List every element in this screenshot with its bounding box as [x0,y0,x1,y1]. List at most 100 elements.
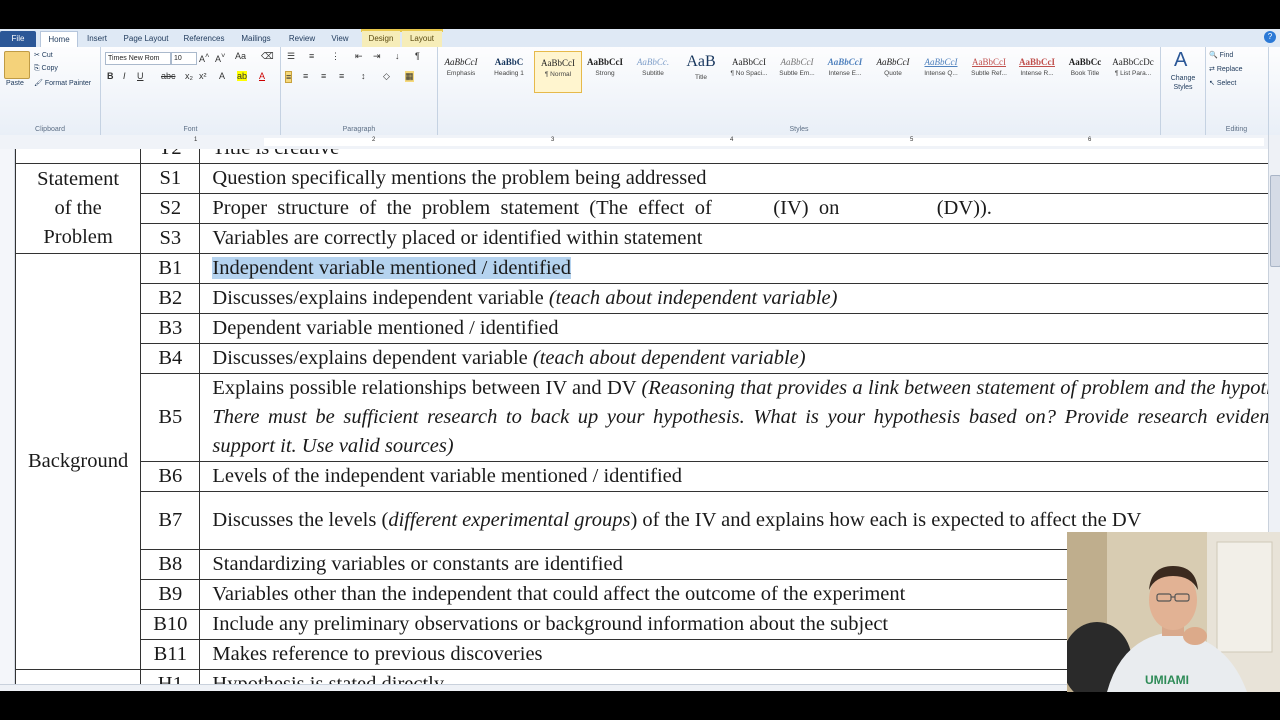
style-intense-reference[interactable]: AaBbCcI Intense R... [1014,51,1060,91]
highlight-icon[interactable]: ab [237,71,248,81]
tab-page-layout[interactable]: Page Layout [120,31,172,47]
row-description-selected[interactable]: Independent variable mentioned / identif… [199,253,1268,284]
align-right-icon[interactable]: ≡ [321,71,326,81]
bullets-icon[interactable]: ☰ [287,51,295,62]
align-left-icon[interactable]: ≡ [285,71,293,83]
tab-mailings[interactable]: Mailings [234,31,278,47]
strikethrough-icon[interactable]: abc [161,71,176,81]
tab-home[interactable]: Home [40,31,78,48]
tab-file[interactable]: File [0,31,36,47]
style-title[interactable]: AaB Title [678,51,724,91]
tab-review[interactable]: Review [284,31,320,47]
tab-view[interactable]: View [326,31,354,47]
row-code: B3 [140,313,201,344]
styles-gallery: AaBbCcI Emphasis AaBbC Heading 1 AaBbCcI ¶ … [438,47,1160,135]
select-label: Select [1216,80,1237,87]
tab-design[interactable]: Design [362,31,400,47]
row-description[interactable]: Proper structure of the problem statemen… [199,193,1268,224]
grow-font-icon[interactable]: A˄ [199,51,209,64]
line-spacing-icon[interactable]: ↕ [361,71,366,81]
style-preview: AaBbCcI [541,58,575,68]
style-intense-quote[interactable]: AaBbCcI Intense Q... [918,51,964,91]
horizontal-ruler[interactable]: 1 2 3 4 5 6 [0,135,1280,150]
tab-layout[interactable]: Layout [402,31,442,47]
justify-icon[interactable]: ≡ [339,71,344,81]
row-description[interactable]: Question specifically mentions the probl… [199,163,1268,194]
find-button[interactable]: 🔍 Find [1209,51,1233,59]
style-preview: AaBbCcI [586,57,623,67]
tab-insert[interactable]: Insert [80,31,114,47]
italic-icon[interactable]: I [123,71,126,81]
underline-icon[interactable]: U [137,71,144,81]
replace-button[interactable]: ⇄ Replace [1209,65,1243,73]
font-size-box[interactable]: 10 [171,52,197,65]
style-quote[interactable]: AaBbCcI Quote [870,51,916,91]
style-preview: AaBbCcI [1018,57,1055,67]
select-button[interactable]: ↖ Select [1209,79,1236,87]
style-preview: AaBbCcI [924,57,958,67]
multilevel-list-icon[interactable]: ⋮ [331,51,340,62]
subscript-icon[interactable]: x₂ [185,71,193,81]
row-italic-note: (teach about dependent variable) [532,347,806,369]
paste-button[interactable]: Paste [6,80,24,87]
scroll-thumb[interactable] [1270,175,1280,267]
table-row: Statement of the Problem S1 Question spe… [14,163,1268,254]
change-styles-icon[interactable]: A [1174,49,1187,72]
shrink-font-icon[interactable]: A˅ [215,51,225,64]
style-subtle-emphasis[interactable]: AaBbCcI Subtle Em... [774,51,820,91]
row-description[interactable]: Discusses/explains dependent variable (t… [199,343,1268,374]
format-painter-button[interactable]: 🖌 Format Painter [34,79,91,87]
row-code: B5 [140,373,201,462]
row-description[interactable]: Discusses/explains independent variable … [199,283,1268,314]
row-description[interactable]: Variables are correctly placed or identi… [199,223,1268,254]
ruler-number: 1 [194,137,198,143]
numbering-icon[interactable]: ≡ [309,51,314,61]
style-subtitle[interactable]: AaBbCc. Subtitle [630,51,676,91]
style-heading-1[interactable]: AaBbC Heading 1 [486,51,532,91]
replace-label: Replace [1216,66,1243,73]
cut-button[interactable]: ✂ Cut [34,51,53,59]
row-code: B4 [140,343,201,374]
row-content: Discusses the levels (different experime… [212,506,1242,535]
row-italic-note: (teach about independent variable) [548,287,838,309]
change-styles-button[interactable]: Change Styles [1165,74,1201,92]
copy-button[interactable]: ⎘ Copy [34,65,58,73]
font-color-icon[interactable]: A [259,71,265,81]
style-normal[interactable]: AaBbCcI ¶ Normal [534,51,582,93]
decrease-indent-icon[interactable]: ⇤ [355,51,363,62]
bold-icon[interactable]: B [107,71,114,81]
row-text: Discusses/explains dependent variable [212,347,533,369]
style-intense-emphasis[interactable]: AaBbCcI Intense E... [822,51,868,91]
paste-icon[interactable] [4,51,30,79]
style-list-paragraph[interactable]: AaBbCcDc ¶ List Para... [1110,51,1156,91]
style-strong[interactable]: AaBbCcI Strong [582,51,628,91]
change-case-icon[interactable]: Aa [235,51,246,61]
tab-references[interactable]: References [180,31,228,47]
show-hide-icon[interactable]: ¶ [415,51,420,61]
text-effects-icon[interactable]: A [219,71,225,81]
style-emphasis[interactable]: AaBbCcI Emphasis [438,51,484,91]
shading-icon[interactable]: ◇ [383,71,390,82]
style-no-spacing[interactable]: AaBbCcI ¶ No Spaci... [726,51,772,91]
style-name: Quote [884,70,902,77]
table-row: T2 Title is creative [14,149,1268,164]
row-description[interactable]: Title is creative [199,149,1268,164]
cut-label: Cut [41,52,53,59]
clear-format-icon[interactable]: ⌫ [261,51,274,62]
row-code: S2 [140,193,201,224]
superscript-icon[interactable]: x² [199,71,207,81]
help-icon[interactable]: ? [1264,31,1276,43]
style-name: Subtle Ref... [971,70,1007,77]
row-description[interactable]: Levels of the independent variable menti… [199,461,1268,492]
row-code: B11 [140,639,201,670]
font-name-box[interactable]: Times New Rom [105,52,171,65]
increase-indent-icon[interactable]: ⇥ [373,51,381,62]
sort-icon[interactable]: ↓ [395,51,400,61]
row-description[interactable]: Explains possible relationships between … [199,373,1268,462]
row-description[interactable]: Dependent variable mentioned / identifie… [199,313,1268,344]
align-center-icon[interactable]: ≡ [303,71,308,81]
borders-icon[interactable]: ▦ [405,71,414,82]
style-subtle-reference[interactable]: AaBbCcI Subtle Ref... [966,51,1012,91]
style-book-title[interactable]: AaBbCc Book Title [1062,51,1108,91]
style-preview: AaBbCc [1068,57,1102,67]
